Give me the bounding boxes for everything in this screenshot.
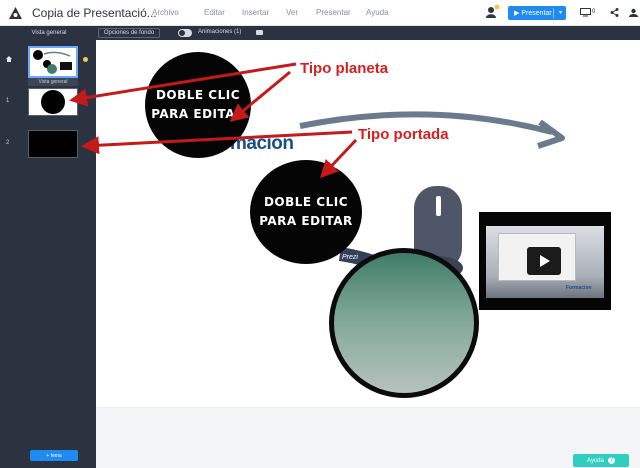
- help-button[interactable]: Ayuda ?: [573, 454, 629, 467]
- annotation-cover: Tipo portada: [358, 126, 449, 143]
- help-label: Ayuda: [587, 457, 604, 464]
- help-icon: ?: [607, 457, 615, 464]
- annotation-planet: Tipo planeta: [300, 60, 389, 77]
